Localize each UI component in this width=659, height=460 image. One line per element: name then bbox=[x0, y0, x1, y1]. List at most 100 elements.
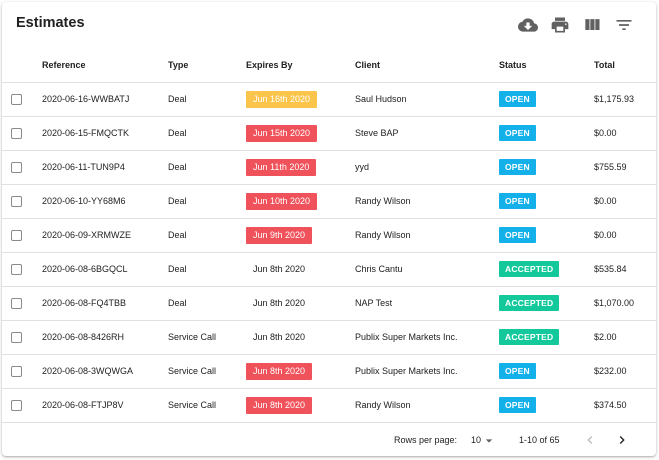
table-row[interactable]: 2020-06-16-WWBATJ Deal Jun 16th 2020 Saul H… bbox=[2, 82, 656, 117]
expires-badge: Jun 8th 2020 bbox=[253, 297, 306, 308]
table-row[interactable]: 2020-06-15-FMQCTK Deal Jun 15th 2020 Steve … bbox=[2, 116, 656, 151]
table-pagination: Rows per page: 10 1-10 of 65 bbox=[2, 422, 656, 456]
column-header-expires-by[interactable]: Expires By bbox=[246, 48, 355, 83]
rows-per-page-label: Rows per page: bbox=[394, 435, 458, 445]
column-header-total[interactable]: Total bbox=[594, 48, 656, 83]
status-badge: OPEN bbox=[499, 227, 536, 243]
table-row[interactable]: 2020-06-08-8426RH Service Call Jun 8th 202… bbox=[2, 320, 656, 355]
table-row[interactable]: 2020-06-08-6BGQCL Deal Jun 8th 2020 Chris C… bbox=[2, 252, 656, 287]
chevron-left-icon bbox=[587, 436, 593, 444]
expires-cell: Jun 8th 2020 bbox=[246, 286, 355, 321]
column-header-type[interactable]: Type bbox=[168, 48, 246, 83]
reference-cell[interactable]: 2020-06-08-3WQWGA bbox=[42, 354, 168, 389]
expires-badge: Jun 8th 2020 bbox=[253, 263, 306, 274]
table-row[interactable]: 2020-06-11-TUN9P4 Deal Jun 11th 2020 yyd OPE… bbox=[2, 150, 656, 185]
expires-cell: Jun 11th 2020 bbox=[246, 150, 355, 185]
status-cell: OPEN bbox=[499, 354, 594, 389]
table-row[interactable]: 2020-06-08-FTJP8V Service Call Jun 8th 202… bbox=[2, 388, 656, 423]
reference-cell[interactable]: 2020-06-08-FQ4TBB bbox=[42, 286, 168, 321]
reference-cell[interactable]: 2020-06-15-FMQCTK bbox=[42, 116, 168, 151]
chevron-right-icon bbox=[619, 436, 625, 444]
filter-list-icon[interactable] bbox=[614, 15, 634, 35]
table-row[interactable]: 2020-06-10-YY68M6 Deal Jun 10th 2020 Randy … bbox=[2, 184, 656, 219]
status-cell: OPEN bbox=[499, 116, 594, 151]
status-badge: OPEN bbox=[499, 193, 536, 209]
row-checkbox[interactable] bbox=[11, 93, 22, 105]
expires-badge: Jun 11th 2020 bbox=[246, 158, 317, 176]
total-cell: $0.00 bbox=[594, 184, 656, 219]
expires-badge: Jun 16th 2020 bbox=[246, 90, 318, 108]
row-select-cell bbox=[2, 218, 42, 253]
expires-badge: Jun 8th 2020 bbox=[246, 396, 313, 414]
total-cell: $1,070.00 bbox=[594, 286, 656, 321]
reference-cell[interactable]: 2020-06-10-YY68M6 bbox=[42, 184, 168, 219]
status-badge: OPEN bbox=[499, 125, 536, 141]
next-page-button[interactable] bbox=[614, 432, 630, 448]
expires-cell: Jun 8th 2020 bbox=[246, 388, 355, 423]
status-badge: ACCEPTED bbox=[499, 329, 560, 345]
table-header-row: Reference Type Expires By Client Status … bbox=[2, 48, 656, 83]
cloud-download-icon[interactable] bbox=[518, 15, 538, 35]
status-badge: OPEN bbox=[499, 91, 536, 107]
client-cell: Publix Super Markets Inc. bbox=[355, 320, 499, 355]
row-checkbox[interactable] bbox=[11, 195, 22, 207]
column-header-client[interactable]: Client bbox=[355, 48, 499, 83]
view-column-icon[interactable] bbox=[582, 15, 602, 35]
row-select-cell bbox=[2, 184, 42, 219]
client-cell: Randy Wilson bbox=[355, 388, 499, 423]
column-header-status[interactable]: Status bbox=[499, 48, 594, 83]
reference-cell[interactable]: 2020-06-16-WWBATJ bbox=[42, 82, 168, 117]
reference-cell[interactable]: 2020-06-09-XRMWZE bbox=[42, 218, 168, 253]
status-cell: OPEN bbox=[499, 218, 594, 253]
estimates-card: Estimates Reference Type Expires By Clie… bbox=[2, 2, 656, 456]
type-cell: Deal bbox=[168, 218, 246, 253]
row-select-cell bbox=[2, 286, 42, 321]
expires-cell: Jun 8th 2020 bbox=[246, 252, 355, 287]
type-cell: Deal bbox=[168, 150, 246, 185]
row-checkbox[interactable] bbox=[11, 297, 22, 309]
type-cell: Service Call bbox=[168, 354, 246, 389]
reference-cell[interactable]: 2020-06-11-TUN9P4 bbox=[42, 150, 168, 185]
row-checkbox[interactable] bbox=[11, 161, 22, 173]
expires-cell: Jun 8th 2020 bbox=[246, 320, 355, 355]
row-select-cell bbox=[2, 252, 42, 287]
reference-cell[interactable]: 2020-06-08-8426RH bbox=[42, 320, 168, 355]
row-checkbox[interactable] bbox=[11, 229, 22, 241]
row-select-cell bbox=[2, 354, 42, 389]
table-row[interactable]: 2020-06-08-FQ4TBB Deal Jun 8th 2020 NAP Tes… bbox=[2, 286, 656, 321]
total-cell: $374.50 bbox=[594, 388, 656, 423]
print-icon[interactable] bbox=[550, 15, 570, 35]
type-cell: Deal bbox=[168, 286, 246, 321]
row-checkbox[interactable] bbox=[11, 365, 22, 377]
status-badge: OPEN bbox=[499, 363, 536, 379]
status-cell: OPEN bbox=[499, 184, 594, 219]
client-cell: Chris Cantu bbox=[355, 252, 499, 287]
caret-down-icon[interactable] bbox=[485, 437, 493, 445]
reference-cell[interactable]: 2020-06-08-FTJP8V bbox=[42, 388, 168, 423]
total-cell: $535.84 bbox=[594, 252, 656, 287]
expires-cell: Jun 8th 2020 bbox=[246, 354, 355, 389]
row-checkbox[interactable] bbox=[11, 263, 22, 275]
row-checkbox[interactable] bbox=[11, 399, 22, 411]
pagination-range: 1-10 of 65 bbox=[519, 435, 560, 445]
table-row[interactable]: 2020-06-09-XRMWZE Deal Jun 9th 2020 Randy W… bbox=[2, 218, 656, 253]
row-select-cell bbox=[2, 150, 42, 185]
table-row[interactable]: 2020-06-08-3WQWGA Service Call Jun 8th 202… bbox=[2, 354, 656, 389]
status-cell: OPEN bbox=[499, 82, 594, 117]
expires-badge: Jun 15th 2020 bbox=[246, 124, 318, 142]
previous-page-button[interactable] bbox=[582, 432, 598, 448]
column-header-reference[interactable]: Reference bbox=[42, 48, 168, 83]
rows-per-page-select[interactable]: 10 bbox=[471, 435, 481, 445]
status-badge: OPEN bbox=[499, 159, 536, 175]
expires-badge: Jun 8th 2020 bbox=[253, 331, 306, 342]
row-checkbox[interactable] bbox=[11, 331, 22, 343]
estimates-table: Reference Type Expires By Client Status … bbox=[2, 48, 656, 423]
reference-cell[interactable]: 2020-06-08-6BGQCL bbox=[42, 252, 168, 287]
type-cell: Service Call bbox=[168, 320, 246, 355]
status-cell: ACCEPTED bbox=[499, 252, 594, 287]
expires-cell: Jun 9th 2020 bbox=[246, 218, 355, 253]
status-cell: ACCEPTED bbox=[499, 286, 594, 321]
row-checkbox[interactable] bbox=[11, 127, 22, 139]
table-body: 2020-06-16-WWBATJ Deal Jun 16th 2020 Saul H… bbox=[2, 82, 656, 423]
expires-cell: Jun 15th 2020 bbox=[246, 116, 355, 151]
